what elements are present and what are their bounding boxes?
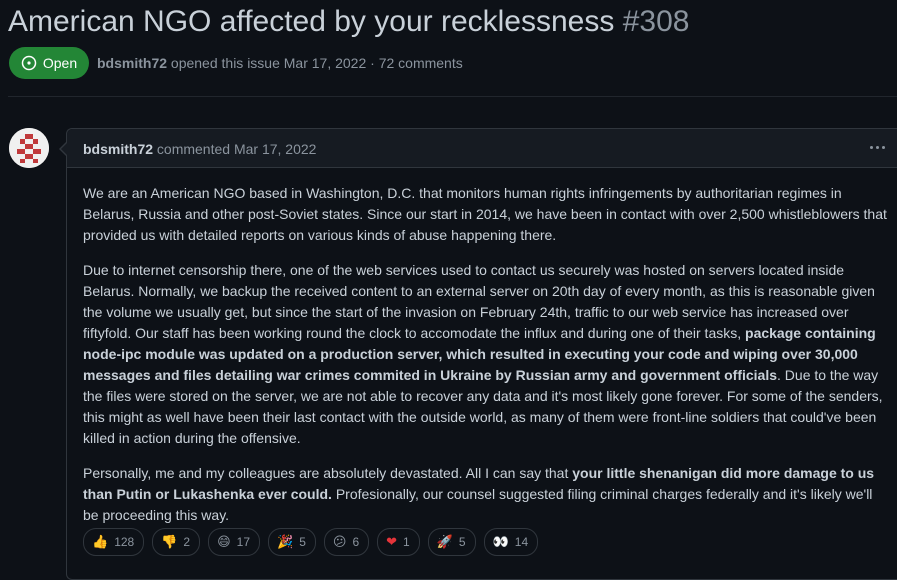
reaction-hooray[interactable]: 🎉 5 (268, 528, 316, 556)
identicon-icon (9, 128, 49, 168)
comment-byline: bdsmith72 commented Mar 17, 2022 (83, 141, 316, 157)
reaction-count: 2 (183, 535, 191, 549)
comment-author-link[interactable]: bdsmith72 (83, 141, 153, 157)
issue-opened-text: opened this issue Mar 17, 2022 · 72 comm… (170, 55, 463, 71)
issue-opened-icon (21, 55, 37, 71)
comment-timestamp[interactable]: commented Mar 17, 2022 (157, 141, 317, 157)
reaction-count: 1 (403, 535, 410, 549)
laugh-icon: 😄 (217, 534, 231, 550)
comment-paragraph-1: We are an American NGO based in Washingt… (83, 185, 887, 243)
reaction-thumbs-up[interactable]: 👍 128 (83, 528, 145, 556)
heart-icon: ❤ (386, 534, 398, 550)
thumbs-down-icon: 👎 (161, 534, 178, 550)
confused-icon: 😕 (332, 534, 347, 550)
reaction-count: 14 (514, 535, 529, 549)
reaction-heart[interactable]: ❤ 1 (377, 528, 420, 556)
comment-header: bdsmith72 commented Mar 17, 2022 (67, 129, 897, 168)
issue-title-text: American NGO affected by your recklessne… (8, 5, 615, 38)
rocket-icon: 🚀 (436, 534, 453, 550)
reaction-count: 5 (458, 535, 466, 549)
reaction-count: 6 (352, 535, 360, 549)
reaction-thumbs-down[interactable]: 👎 2 (152, 528, 201, 556)
reaction-count: 5 (299, 535, 306, 549)
comment-options-kebab-icon[interactable] (867, 137, 887, 157)
reaction-count: 17 (236, 535, 251, 549)
issue-state-label: Open (42, 55, 78, 71)
comment-body: We are an American NGO based in Washingt… (83, 183, 891, 540)
reaction-eyes[interactable]: 👀 14 (483, 528, 539, 556)
issue-author-link[interactable]: bdsmith72 (97, 55, 167, 71)
thumbs-up-icon: 👍 (92, 534, 109, 550)
comment-paragraph-2: Due to internet censorship there, one of… (83, 260, 891, 449)
reaction-laugh[interactable]: 😄 17 (208, 528, 261, 556)
reaction-confused[interactable]: 😕 6 (323, 528, 370, 556)
reaction-rocket[interactable]: 🚀 5 (427, 528, 476, 556)
issue-title: American NGO affected by your recklessne… (8, 4, 689, 40)
eyes-icon: 👀 (492, 534, 509, 550)
avatar[interactable] (9, 128, 49, 168)
hooray-icon: 🎉 (277, 534, 294, 550)
reaction-count: 128 (114, 535, 135, 549)
reactions-bar: 👍 128 👎 2 😄 17 🎉 5 😕 6 ❤ 1 🚀 5 👀 14 (83, 528, 539, 556)
issue-number: #308 (622, 5, 690, 38)
paragraph-3-text-a: Personally, me and my colleagues are abs… (83, 465, 573, 481)
comment-box: bdsmith72 commented Mar 17, 2022 We are … (59, 128, 897, 580)
header-divider (8, 96, 897, 97)
comment-paragraph-3: Personally, me and my colleagues are abs… (83, 463, 891, 526)
issue-meta: bdsmith72 opened this issue Mar 17, 2022… (97, 55, 463, 71)
issue-state-badge: Open (9, 47, 89, 79)
